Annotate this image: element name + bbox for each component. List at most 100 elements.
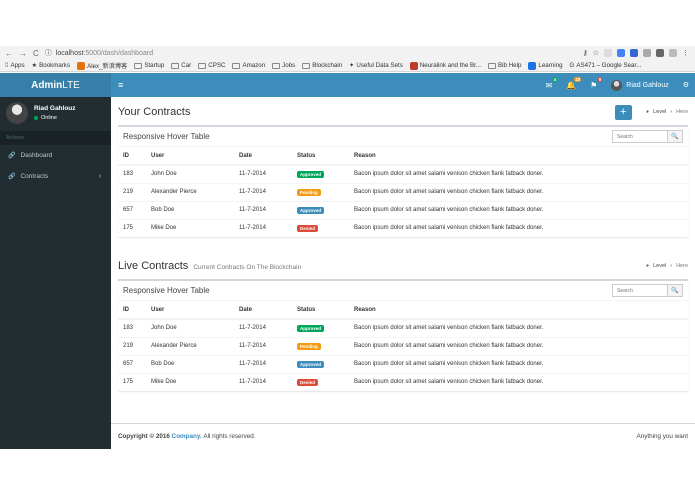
breadcrumb-level[interactable]: Level — [653, 109, 666, 115]
reload-icon[interactable]: C — [33, 49, 39, 58]
extension-icon[interactable] — [604, 49, 612, 57]
user-menu[interactable]: Riad Gahlouz — [611, 79, 669, 91]
table-row[interactable]: 183 John Doe 11-7-2014 Approved Bacon ipsum … — [118, 318, 688, 337]
cell-date: 11-7-2014 — [234, 200, 292, 219]
bookmark-blockchain[interactable]: Blockchain — [302, 62, 342, 69]
folder-icon — [134, 62, 143, 69]
cell-id: 175 — [118, 218, 146, 237]
site-icon — [528, 61, 537, 70]
search-button[interactable]: 🔍 — [668, 130, 683, 143]
cell-reason: Bacon ipsum dolor sit amet salami veniso… — [349, 182, 688, 201]
url-host: localhost — [55, 49, 84, 57]
mail-icon[interactable]: ✉ 4 — [545, 76, 558, 90]
contracts-rows: 183 John Doe 11-7-2014 Approved Bacon ipsum … — [118, 164, 688, 237]
status-badge: Denied — [297, 224, 319, 232]
bookmark-startup[interactable]: Startup — [134, 62, 164, 69]
cell-reason: Bacon ipsum dolor sit amet salami veniso… — [349, 354, 688, 373]
cell-date: 11-7-2014 — [234, 354, 292, 373]
bookmark-neuralink[interactable]: Neuralink and the Br... — [409, 61, 481, 70]
link-icon: 🔗 — [8, 153, 16, 159]
table-row[interactable]: 175 Mike Doe 11-7-2014 Denied Bacon ipsum do… — [118, 218, 688, 237]
table-row[interactable]: 183 John Doe 11-7-2014 Approved Bacon ipsum … — [118, 164, 688, 183]
add-contract-button[interactable]: + — [614, 104, 632, 120]
cell-date: 11-7-2014 — [234, 336, 292, 355]
live-contracts-table: ID User Date Status Reason 183 John Doe 11… — [118, 301, 688, 391]
search-input[interactable] — [612, 284, 668, 297]
table-row[interactable]: 657 Bob Doe 11-7-2014 Approved Bacon ipsum d… — [118, 200, 688, 219]
col-status: Status — [292, 301, 349, 320]
app-logo[interactable]: Admin LTE — [0, 73, 111, 97]
star-icon[interactable]: ☆ — [593, 49, 599, 57]
cell-status: Approved — [292, 354, 349, 373]
cell-reason: Bacon ipsum dolor sit amet salami veniso… — [349, 218, 688, 237]
table-row[interactable]: 657 Bob Doe 11-7-2014 Approved Bacon ipsum d… — [118, 354, 688, 373]
box-title: Responsive Hover Table — [123, 132, 210, 141]
extension-icon[interactable] — [630, 49, 638, 57]
bookmark-jobs[interactable]: Jobs — [272, 62, 295, 69]
cell-date: 11-7-2014 — [234, 164, 292, 183]
menu-dots-icon[interactable]: ⋮ — [682, 49, 689, 57]
table-row[interactable]: 175 Mike Doe 11-7-2014 Denied Bacon ipsum do… — [118, 372, 688, 391]
breadcrumb-level[interactable]: Level — [653, 263, 666, 269]
company-link[interactable]: Company. — [172, 433, 202, 440]
sidebar-item-dashboard[interactable]: 🔗 Dashboard — [0, 145, 111, 166]
bookmark-cpsc[interactable]: CPSC — [198, 62, 225, 69]
table-row[interactable]: 219 Alexander Pierce 11-7-2014 Pending Bacon… — [118, 182, 688, 201]
bookmark-useful-data-sets[interactable]: ✦ Useful Data Sets — [349, 62, 403, 69]
status-badge: Pending — [297, 188, 321, 196]
cell-date: 11-7-2014 — [234, 182, 292, 201]
cell-user: Mike Doe — [146, 372, 234, 391]
cell-date: 11-7-2014 — [234, 318, 292, 337]
extension-icon[interactable] — [617, 49, 625, 57]
search-icon: 🔍 — [671, 288, 679, 294]
cell-user: John Doe — [146, 164, 234, 183]
extension-icon[interactable] — [669, 49, 677, 57]
bookmark-as471[interactable]: G AS471 – Google Sear... — [570, 62, 642, 69]
cell-reason: Bacon ipsum dolor sit amet salami veniso… — [349, 372, 688, 391]
search-input[interactable] — [612, 130, 668, 143]
cell-reason: Bacon ipsum dolor sit amet salami veniso… — [349, 336, 688, 355]
extension-icon[interactable] — [643, 49, 651, 57]
table-row[interactable]: 219 Alexander Pierce 11-7-2014 Pending Bacon… — [118, 336, 688, 355]
back-icon[interactable]: ← — [5, 49, 13, 58]
cell-status: Denied — [292, 218, 349, 237]
col-date: Date — [234, 301, 292, 320]
bookmark-car[interactable]: Car — [171, 62, 191, 69]
avatar — [6, 102, 28, 124]
chevron-left-icon: ‹ — [98, 173, 101, 180]
search-button[interactable]: 🔍 — [668, 284, 683, 297]
url-field[interactable]: ⓘ localhost:5000/dash/dashboard — [45, 48, 153, 58]
key-icon[interactable]: ⚷ — [583, 49, 588, 57]
cell-id: 657 — [118, 354, 146, 373]
live-contracts-rows: 183 John Doe 11-7-2014 Approved Bacon ipsum … — [118, 318, 688, 391]
online-status: Online — [34, 115, 76, 121]
bookmark-alex[interactable]: Alex_新浪博客 — [77, 61, 127, 70]
extension-icon[interactable] — [656, 49, 664, 57]
bookmark-apps[interactable]: ⁞⁞ Apps — [5, 62, 25, 69]
cell-date: 11-7-2014 — [234, 372, 292, 391]
user-name: Riad Gahlouz — [626, 81, 669, 89]
folder-icon — [198, 62, 207, 69]
gears-icon[interactable]: ⚙ — [683, 81, 689, 89]
link-icon: 🔗 — [8, 174, 16, 180]
forward-icon[interactable]: → — [19, 49, 27, 58]
bookmark-learning[interactable]: Learning — [528, 61, 563, 70]
sidebar-toggle-icon[interactable]: ≡ — [118, 80, 128, 90]
cell-status: Denied — [292, 372, 349, 391]
cell-user: John Doe — [146, 318, 234, 337]
cell-id: 183 — [118, 318, 146, 337]
sidebar-item-contracts[interactable]: 🔗 Contracts ‹ — [0, 166, 111, 187]
bookmark-bib-help[interactable]: Bib Help — [488, 62, 521, 69]
cell-status: Approved — [292, 200, 349, 219]
bookmark-amazon[interactable]: Amazon — [232, 62, 265, 69]
bookmark-bookmarks[interactable]: ★ Bookmarks — [32, 62, 71, 69]
main-footer: Copyright © 2016 Company. All rights res… — [111, 423, 695, 449]
bell-icon[interactable]: 🔔 10 — [566, 76, 582, 90]
status-badge: Approved — [297, 360, 325, 368]
star-icon: ★ — [31, 62, 38, 69]
flag-icon[interactable]: ⚑ 9 — [590, 76, 603, 90]
live-header: Live Contracts Current Contracts On The … — [118, 257, 688, 275]
cell-id: 219 — [118, 182, 146, 201]
sidebar-item-label: Dashboard — [20, 152, 53, 159]
copyright-text: Copyright © 2016 — [118, 433, 170, 440]
